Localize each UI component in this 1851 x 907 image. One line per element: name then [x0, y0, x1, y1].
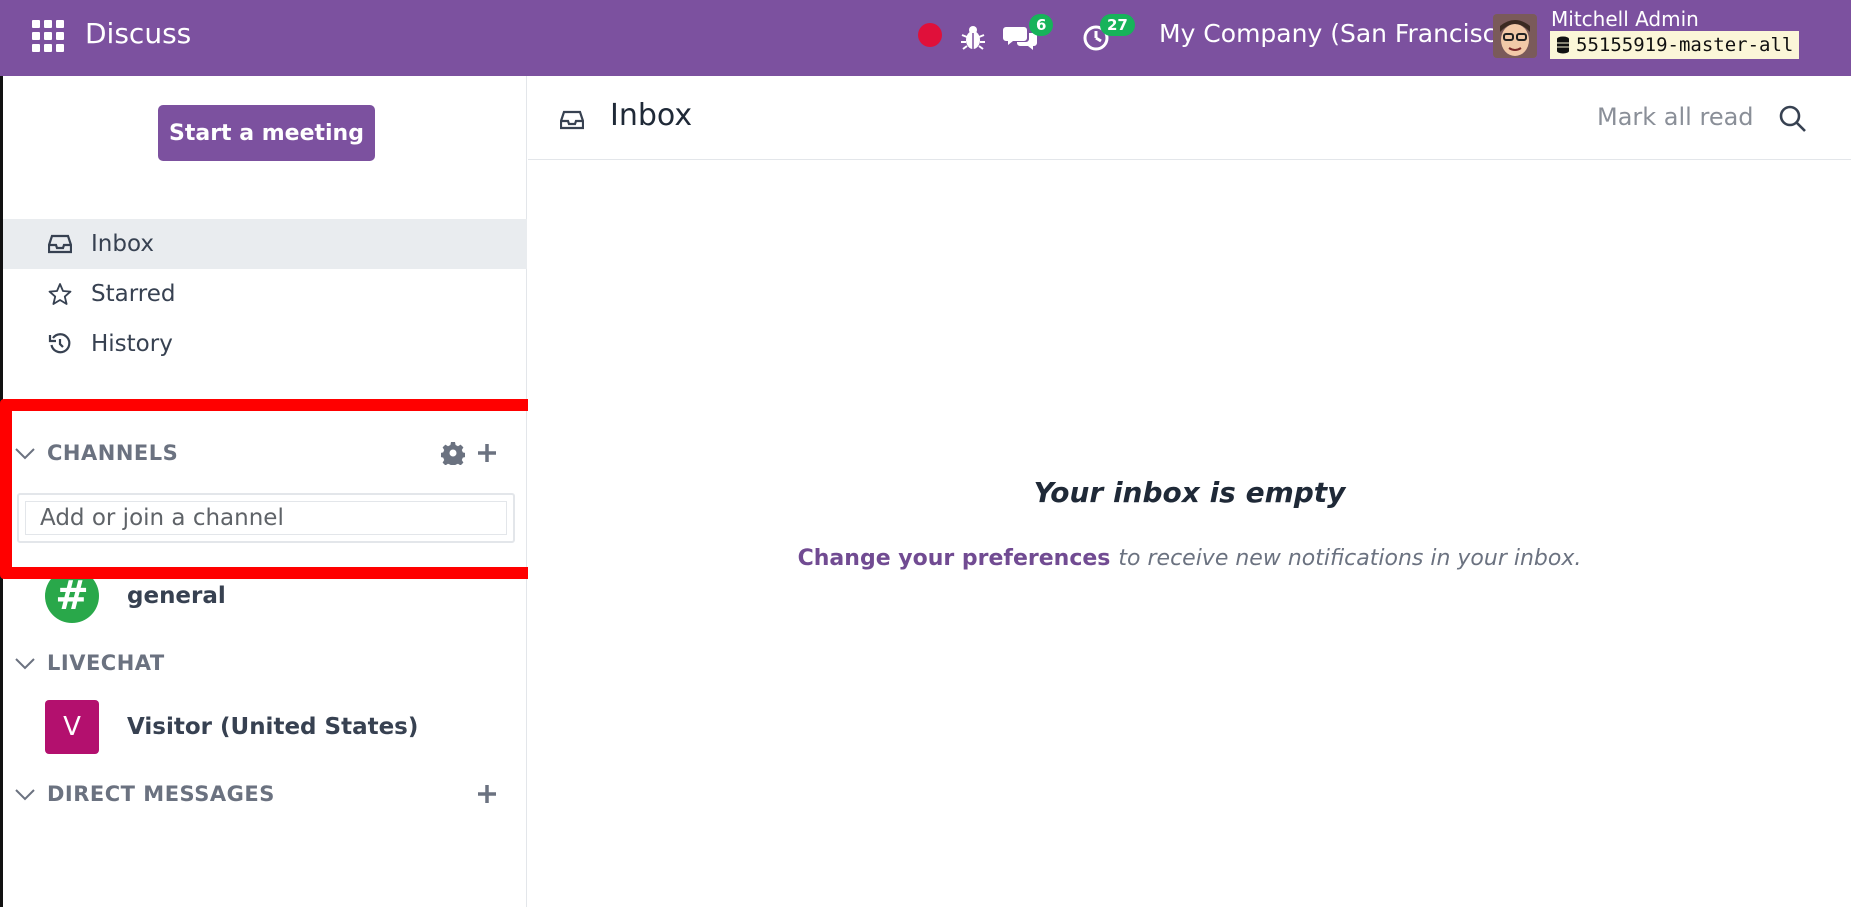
channel-avatar: # — [45, 569, 99, 623]
messages-count-badge: 6 — [1029, 14, 1054, 36]
start-meeting-button[interactable]: Start a meeting — [158, 105, 375, 161]
database-name: 55155919-master-all — [1576, 34, 1794, 56]
mark-all-read-button[interactable]: Mark all read — [1597, 103, 1754, 131]
inbox-icon — [560, 110, 584, 130]
direct-messages-section-header[interactable]: DIRECT MESSAGES — [3, 774, 527, 814]
company-switcher[interactable]: My Company (San Francisco) — [1159, 19, 1521, 48]
app-menu-icon[interactable] — [32, 20, 64, 52]
livechat-item-visitor[interactable]: V Visitor (United States) — [3, 697, 527, 757]
empty-state-message: Change your preferences to receive new no… — [528, 546, 1851, 571]
sidebar-item-label: Inbox — [91, 231, 154, 257]
sidebar-item-label: History — [91, 331, 173, 357]
sidebar-item-label: Starred — [91, 281, 176, 307]
database-icon — [1557, 36, 1569, 54]
discuss-sidebar: Start a meeting Inbox Starred History CH… — [3, 76, 527, 907]
sidebar-item-starred[interactable]: Starred — [3, 269, 527, 319]
activities-button[interactable]: 27 — [1080, 14, 1135, 58]
direct-messages-heading: DIRECT MESSAGES — [47, 782, 275, 806]
recording-indicator-icon[interactable] — [918, 23, 942, 47]
channel-label: general — [127, 583, 226, 609]
top-navbar: Discuss 6 27 My Company (San Francisco) … — [0, 0, 1851, 76]
visitor-avatar: V — [45, 700, 99, 754]
database-badge: 55155919-master-all — [1550, 31, 1800, 59]
user-name[interactable]: Mitchell Admin — [1551, 7, 1699, 31]
thread-header: Inbox Mark all read — [528, 76, 1851, 160]
star-icon — [46, 280, 74, 308]
add-channel-field-wrapper — [17, 493, 515, 543]
channel-item-general[interactable]: # general — [3, 566, 527, 626]
search-icon[interactable] — [1778, 104, 1808, 134]
sidebar-item-inbox[interactable]: Inbox — [3, 219, 527, 269]
channels-section-header[interactable]: CHANNELS — [3, 433, 527, 473]
chevron-down-icon[interactable] — [13, 782, 37, 806]
plus-icon[interactable] — [475, 441, 499, 465]
sidebar-item-history[interactable]: History — [3, 319, 527, 369]
channels-heading: CHANNELS — [47, 441, 179, 465]
empty-state-title: Your inbox is empty — [1033, 476, 1346, 509]
debug-bug-icon[interactable] — [960, 18, 986, 58]
change-preferences-link[interactable]: Change your preferences — [798, 546, 1111, 571]
plus-icon[interactable] — [475, 782, 499, 806]
activities-count-badge: 27 — [1100, 14, 1135, 36]
livechat-heading: LIVECHAT — [47, 651, 165, 675]
chevron-down-icon[interactable] — [13, 651, 37, 675]
main-panel: Inbox Mark all read Your inbox is empty … — [528, 76, 1851, 907]
app-name[interactable]: Discuss — [85, 17, 191, 50]
gear-icon[interactable] — [441, 441, 465, 465]
livechat-section-header[interactable]: LIVECHAT — [3, 643, 527, 683]
empty-state-rest: to receive new notifications in your inb… — [1118, 546, 1582, 571]
page-title: Inbox — [610, 98, 693, 133]
chevron-down-icon[interactable] — [13, 441, 37, 465]
livechat-label: Visitor (United States) — [127, 714, 419, 740]
user-avatar[interactable] — [1493, 14, 1537, 58]
messages-button[interactable]: 6 — [1003, 14, 1054, 58]
add-channel-input[interactable] — [25, 501, 507, 535]
inbox-icon — [46, 230, 74, 258]
history-icon — [46, 330, 74, 358]
